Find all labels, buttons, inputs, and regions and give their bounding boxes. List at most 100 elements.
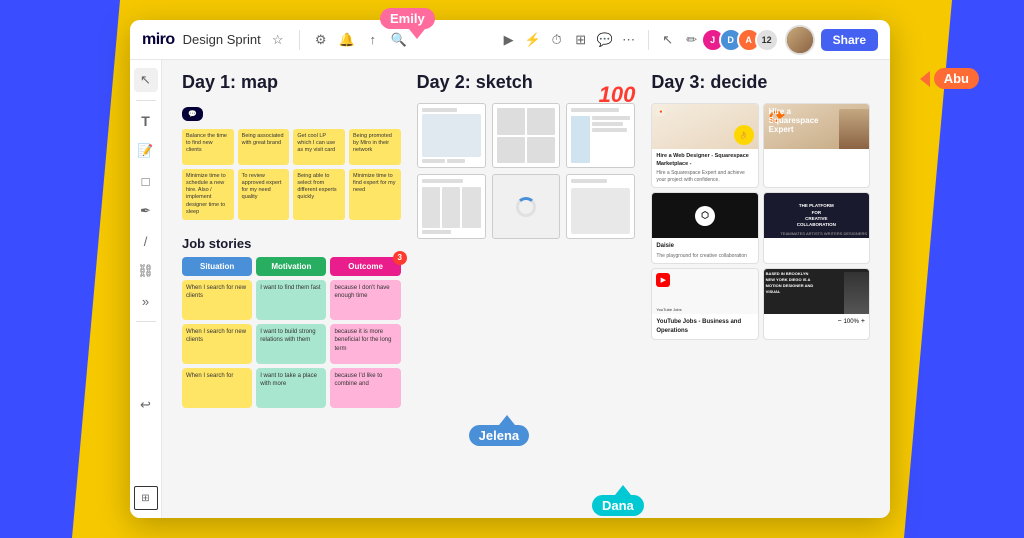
sticky-2[interactable]: Being associated with great brand <box>238 129 290 165</box>
web-card-5[interactable]: ▶ YouTube Jobs YouTube Jobs - Business a… <box>651 268 758 340</box>
undo-tool[interactable]: ↩ <box>134 393 158 417</box>
toolbar-separator2 <box>648 30 649 50</box>
canvas: ↖ T 📝 □ ✒ / ⛓ » ↩ ⊞ Day 1: map <box>130 60 890 518</box>
job-card-s3[interactable]: When I search for <box>182 368 252 408</box>
sticky-4[interactable]: Being promoted by Miro in their network <box>349 129 401 165</box>
pen-tool[interactable]: ✒ <box>134 199 158 223</box>
cursor-emily-arrow <box>409 29 425 39</box>
job-card-o1[interactable]: because I don't have enough time <box>330 280 400 320</box>
comment-area: 💬 <box>182 103 401 125</box>
pen-icon[interactable]: ✏ <box>683 31 701 49</box>
toolbar-separator <box>299 30 300 50</box>
share-button[interactable]: Share <box>821 29 878 51</box>
toolbar: miro Design Sprint ☆ ⚙ 🔔 ↑ 🔍 ▶ ⚡ ⏱ ⊞ 💬 ⋯… <box>130 20 890 60</box>
avatar-stack: J D A 12 <box>707 28 779 52</box>
logo[interactable]: miro <box>142 31 175 49</box>
job-card-o2[interactable]: because it is more beneficial for the lo… <box>330 324 400 364</box>
star-icon[interactable]: ☆ <box>269 31 287 49</box>
stickies-grid: Balance the time to find new clients Bei… <box>182 129 401 220</box>
comment-icon: 💬 <box>188 110 197 118</box>
job-stories-grid: Situation Motivation Outcome 3 When I se… <box>182 257 401 408</box>
sketch-2[interactable] <box>492 103 561 168</box>
web-card-4[interactable]: THE PLATFORMFORCREATIVECOLLABORATION TEA… <box>763 192 870 264</box>
col3-title: Day 3: decide <box>651 72 870 93</box>
timer-icon[interactable]: ⏱ <box>548 31 566 49</box>
connect-tool[interactable]: ⛓ <box>134 259 158 283</box>
cursor-abu: Abu <box>920 68 979 89</box>
sketch-3[interactable] <box>566 103 635 168</box>
left-sidebar: ↖ T 📝 □ ✒ / ⛓ » ↩ ⊞ <box>130 60 162 518</box>
cursor-dana-arrow <box>615 485 631 495</box>
board-name[interactable]: Design Sprint <box>183 32 261 47</box>
sticky-1[interactable]: Balance the time to find new clients <box>182 129 234 165</box>
zoom-plus[interactable]: + <box>861 318 865 325</box>
sidebar-divider-1 <box>136 100 156 101</box>
sticky-5[interactable]: Minimize time to schedule a new hire. Al… <box>182 169 234 220</box>
sticky-3[interactable]: Get cool LP which I can use as my visit … <box>293 129 345 165</box>
board-columns: Day 1: map 💬 Balance the time to find ne… <box>162 60 890 518</box>
job-stories-title: Job stories <box>182 236 401 251</box>
cursor-abu-arrow <box>920 71 930 87</box>
more-tools[interactable]: » <box>134 289 158 313</box>
job-card-s1[interactable]: When I search for new clients <box>182 280 252 320</box>
frames-tool[interactable]: ⊞ <box>134 486 158 510</box>
comment-bubble[interactable]: 💬 <box>182 107 203 121</box>
job-card-s2[interactable]: When I search for new clients <box>182 324 252 364</box>
score-100: 100 <box>599 82 636 108</box>
decide-grid: ● 👌 Hire a Web Designer - Squarespace Ma… <box>651 103 870 340</box>
web-card-2[interactable]: ⟳ Hire aSquarespaceExpert <box>763 103 870 188</box>
toolbar-right: ▶ ⚡ ⏱ ⊞ 💬 ⋯ ↖ ✏ J D A 12 Share <box>500 25 878 55</box>
avatar-count: 12 <box>755 28 779 52</box>
sidebar-divider-2 <box>136 321 156 322</box>
job-card-m3[interactable]: I want to take a place with more <box>256 368 326 408</box>
sticky-6[interactable]: To review approved expert for my need qu… <box>238 169 290 220</box>
shape-tool[interactable]: □ <box>134 169 158 193</box>
motivation-header: Motivation <box>256 257 326 276</box>
web-card-3[interactable]: ⬡ Daisie The playground for creative col… <box>651 192 758 264</box>
sketch-4[interactable] <box>417 174 486 239</box>
job-card-m2[interactable]: I want to build strong relations with th… <box>256 324 326 364</box>
cursor-abu-label: Abu <box>934 68 979 89</box>
web-card-1[interactable]: ● 👌 Hire a Web Designer - Squarespace Ma… <box>651 103 758 188</box>
grid-icon[interactable]: ⊞ <box>572 31 590 49</box>
lightning-icon[interactable]: ⚡ <box>524 31 542 49</box>
job-card-o3[interactable]: because I'd like to combine and <box>330 368 400 408</box>
sketch-5-loading <box>492 174 561 239</box>
cursor-emily-label: Emily <box>380 8 435 29</box>
cursor-tool-icon[interactable]: ↖ <box>659 31 677 49</box>
toolbar-left: miro Design Sprint ☆ ⚙ 🔔 ↑ 🔍 <box>142 30 492 50</box>
sticky-tool[interactable]: 📝 <box>134 139 158 163</box>
zoom-minus[interactable]: − <box>837 318 841 325</box>
sticky-7[interactable]: Being able to select from different expe… <box>293 169 345 220</box>
play-icon[interactable]: ▶ <box>500 31 518 49</box>
cursor-emily: Emily <box>380 8 435 39</box>
cursor-dana: Dana <box>592 485 644 516</box>
main-window: miro Design Sprint ☆ ⚙ 🔔 ↑ 🔍 ▶ ⚡ ⏱ ⊞ 💬 ⋯… <box>130 20 890 518</box>
col1-title: Day 1: map <box>182 72 401 93</box>
cursor-jelena: Jelena <box>469 415 529 446</box>
select-tool[interactable]: ↖ <box>134 68 158 92</box>
main-board: Day 1: map 💬 Balance the time to find ne… <box>162 60 890 518</box>
sketch-6[interactable] <box>566 174 635 239</box>
situation-header: Situation <box>182 257 252 276</box>
sticky-8[interactable]: Minimize time to find expert for my need <box>349 169 401 220</box>
cursor-jelena-label: Jelena <box>469 425 529 446</box>
outcome-header: Outcome 3 <box>330 257 400 276</box>
cursor-dana-label: Dana <box>592 495 644 516</box>
sketch-1[interactable] <box>417 103 486 168</box>
job-card-m1[interactable]: I want to find them fast <box>256 280 326 320</box>
bg-left-triangle <box>0 0 120 538</box>
user-avatar[interactable] <box>785 25 815 55</box>
zoom-level: 100% <box>844 319 859 325</box>
gear-icon[interactable]: ⚙ <box>312 31 330 49</box>
text-tool[interactable]: T <box>134 109 158 133</box>
web-card-6[interactable]: BASED IN BROOKLYNNEW YORK DIEGO IS AMOTI… <box>763 268 870 340</box>
more-icon[interactable]: ⋯ <box>620 31 638 49</box>
line-tool[interactable]: / <box>134 229 158 253</box>
spinner <box>516 197 536 217</box>
column-day3: Day 3: decide ● 👌 Hire a Web Designer - … <box>643 72 878 506</box>
chat-icon[interactable]: 💬 <box>596 31 614 49</box>
column-day1: Day 1: map 💬 Balance the time to find ne… <box>174 72 409 506</box>
bell-icon[interactable]: 🔔 <box>338 31 356 49</box>
outcome-badge: 3 <box>393 251 407 265</box>
